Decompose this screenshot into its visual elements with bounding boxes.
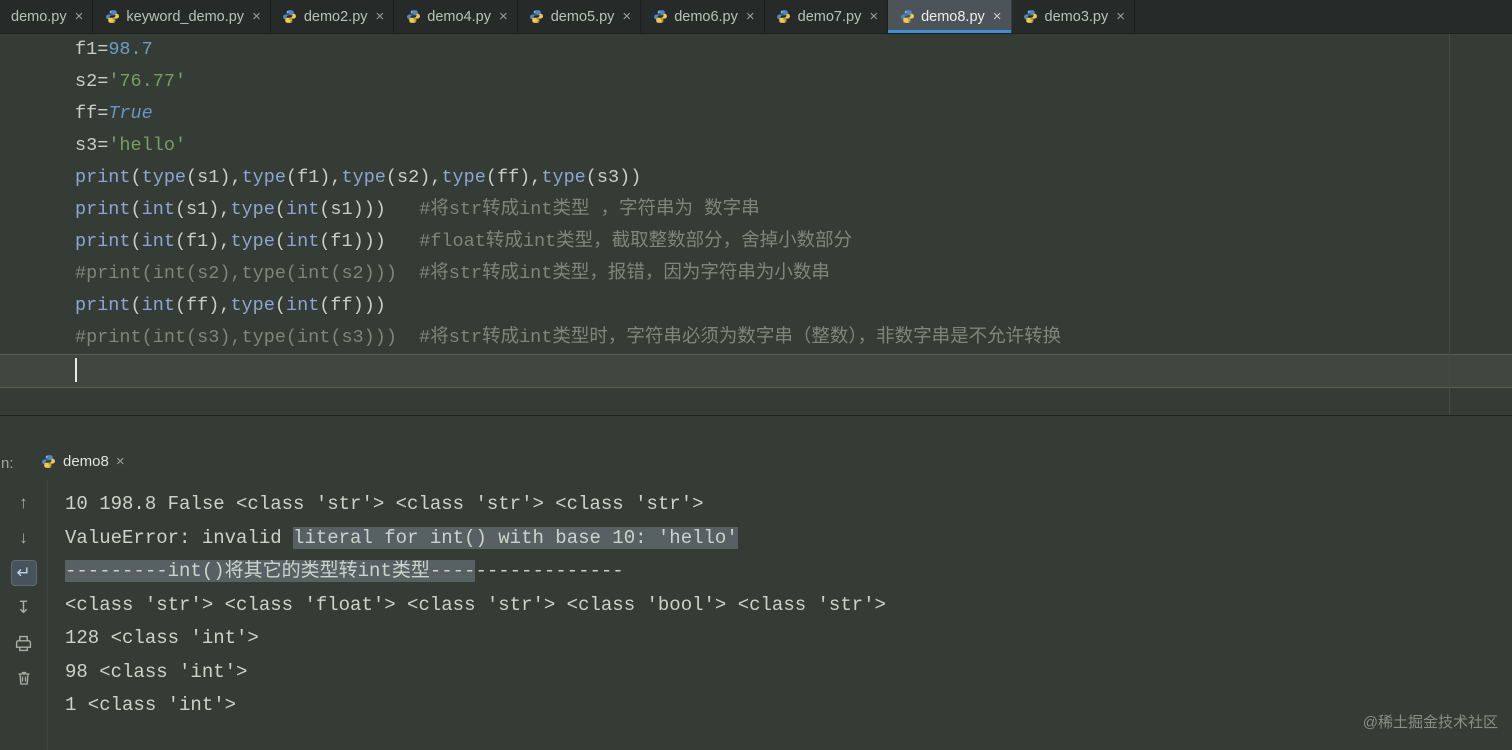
run-tab-label: demo8 xyxy=(63,453,109,470)
code-area: f1=98.7 s2='76.77' ff=True s3='hello' print(… xyxy=(0,34,1512,388)
trash-icon xyxy=(18,671,29,685)
tab-label: demo2.py xyxy=(303,8,368,25)
tab-close-icon[interactable]: × xyxy=(75,9,84,24)
console-line[interactable]: 10 198.8 False <class 'str'> <class 'str… xyxy=(65,488,1512,522)
scroll-to-end-button[interactable]: ↧ xyxy=(11,595,37,621)
right-margin-guide xyxy=(1449,34,1450,415)
code-line[interactable]: print(int(ff),type(int(ff))) xyxy=(0,290,1512,322)
tab-close-icon[interactable]: × xyxy=(376,9,385,24)
tab-label: demo7.py xyxy=(797,8,862,25)
run-tab-close-icon[interactable]: × xyxy=(116,453,125,470)
console-line[interactable]: ValueError: invalid literal for int() wi… xyxy=(65,522,1512,556)
editor-tab[interactable]: demo8.py × xyxy=(888,0,1012,33)
code-line[interactable]: #print(int(s2),type(int(s2))) #将str转成int… xyxy=(0,258,1512,290)
python-icon xyxy=(652,9,668,25)
caret-line[interactable] xyxy=(0,354,1512,388)
code-line[interactable]: print(type(s1),type(f1),type(s2),type(ff… xyxy=(0,162,1512,194)
editor-tab[interactable]: demo7.py × xyxy=(765,0,889,33)
tab-close-icon[interactable]: × xyxy=(499,9,508,24)
soft-wrap-button[interactable]: ↵ xyxy=(10,560,37,586)
run-tab-demo8[interactable]: demo8 × xyxy=(32,449,133,474)
soft-wrap-icon: ↵ xyxy=(16,563,31,582)
up-arrow-icon: ↑ xyxy=(19,493,28,512)
prev-occurrence-button[interactable]: ↑ xyxy=(11,490,37,516)
console-line[interactable]: 98 <class 'int'> xyxy=(65,656,1512,690)
tab-label: demo3.py xyxy=(1044,8,1109,25)
clear-console-button[interactable] xyxy=(11,665,37,691)
tab-close-icon[interactable]: × xyxy=(869,9,878,24)
code-line[interactable]: f1=98.7 xyxy=(0,34,1512,66)
console-line[interactable]: 1 <class 'int'> xyxy=(65,689,1512,723)
editor-tab[interactable]: demo2.py × xyxy=(271,0,395,33)
editor-tab[interactable]: demo3.py × xyxy=(1012,0,1135,33)
editor-tab[interactable]: demo.py × xyxy=(0,0,94,33)
tab-close-icon[interactable]: × xyxy=(746,9,755,24)
console-output[interactable]: 10 198.8 False <class 'str'> <class 'str… xyxy=(48,480,1512,750)
console-line[interactable]: 128 <class 'int'> xyxy=(65,622,1512,656)
code-line[interactable]: ff=True xyxy=(0,98,1512,130)
down-arrow-icon: ↓ xyxy=(19,528,28,547)
tab-close-icon[interactable]: × xyxy=(622,9,631,24)
python-icon xyxy=(529,9,545,25)
tab-label: demo8.py xyxy=(921,8,985,25)
code-line[interactable]: #print(int(s3),type(int(s3))) #将str转成int… xyxy=(0,322,1512,354)
python-icon xyxy=(776,9,792,25)
python-icon xyxy=(282,9,298,25)
run-window-label: n: xyxy=(1,455,14,472)
text-caret xyxy=(75,358,77,383)
tab-label: keyword_demo.py xyxy=(126,8,245,25)
python-icon xyxy=(899,9,915,25)
console-line[interactable]: ---------int()将其它的类型转int类型--------------… xyxy=(65,555,1512,589)
tab-label: demo4.py xyxy=(427,8,491,25)
run-tab-python-icon xyxy=(40,454,56,470)
python-icon xyxy=(405,9,421,25)
console-line[interactable]: <class 'str'> <class 'float'> <class 'st… xyxy=(65,589,1512,623)
run-header: n: demo8 × xyxy=(0,416,1512,480)
code-line[interactable]: s2='76.77' xyxy=(0,66,1512,98)
editor-tab[interactable]: demo6.py × xyxy=(641,0,765,33)
code-line[interactable]: print(int(s1),type(int(s1))) #将str转成int类… xyxy=(0,194,1512,226)
scroll-to-end-icon: ↧ xyxy=(16,598,31,617)
python-icon xyxy=(104,9,120,25)
editor-tab[interactable]: demo5.py × xyxy=(518,0,642,33)
python-icon xyxy=(1023,9,1039,25)
editor-tab[interactable]: keyword_demo.py × xyxy=(93,0,271,33)
tab-label: demo.py xyxy=(11,8,67,25)
tab-close-icon[interactable]: × xyxy=(252,9,261,24)
tab-label: demo5.py xyxy=(550,8,615,25)
printer-icon xyxy=(15,635,32,651)
watermark: @稀土掘金技术社区 xyxy=(1362,714,1498,731)
run-tool-window: n: demo8 × ↑ ↓ ↵ ↧ 10 198.8 False <class… xyxy=(0,415,1512,750)
tab-close-icon[interactable]: × xyxy=(993,9,1002,24)
editor-tab[interactable]: demo4.py × xyxy=(394,0,518,33)
next-occurrence-button[interactable]: ↓ xyxy=(11,525,37,551)
print-button[interactable] xyxy=(11,630,37,656)
code-editor[interactable]: f1=98.7 s2='76.77' ff=True s3='hello' print(… xyxy=(0,34,1512,415)
console-toolbar: ↑ ↓ ↵ ↧ xyxy=(0,480,48,750)
code-line[interactable]: print(int(f1),type(int(f1))) #float转成int… xyxy=(0,226,1512,258)
editor-tab-bar: demo.py × keyword_demo.py × demo2.py × d… xyxy=(0,0,1512,34)
code-line[interactable]: s3='hello' xyxy=(0,130,1512,162)
tab-label: demo6.py xyxy=(674,8,738,25)
tab-close-icon[interactable]: × xyxy=(1116,9,1125,24)
